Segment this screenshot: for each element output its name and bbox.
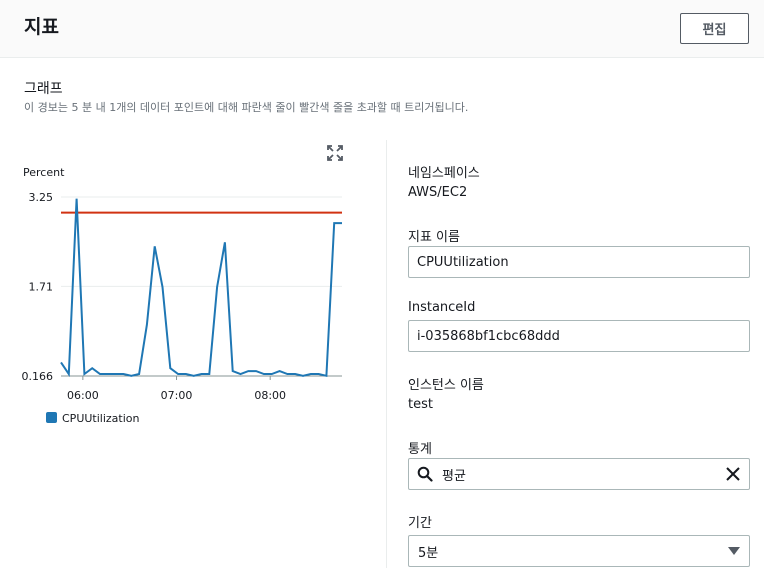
metric-name-field[interactable]: CPUUtilization xyxy=(408,246,750,278)
metric-name-value: CPUUtilization xyxy=(417,254,509,270)
statistic-value: 평균 xyxy=(442,468,466,484)
namespace-label: 네임스페이스 xyxy=(408,166,480,181)
close-icon[interactable] xyxy=(725,466,741,482)
edit-button[interactable]: 편집 xyxy=(680,13,749,44)
y-tick-label: 1.71 xyxy=(29,280,54,293)
y-tick-label: 3.25 xyxy=(29,191,54,204)
cpu-chart: Percent 3.25 1.71 0.166 06:00 07:00 08:00 CPU… xyxy=(22,166,342,425)
graph-description: 이 경보는 5 분 내 1개의 데이터 포인트에 대해 파란색 줄이 빨간색 줄… xyxy=(24,101,469,114)
page-title: 지표 xyxy=(24,16,59,38)
x-tick-label: 06:00 xyxy=(67,389,99,402)
instance-id-label: InstanceId xyxy=(408,300,476,315)
y-tick-label: 0.166 xyxy=(22,370,54,383)
instance-name-value: test xyxy=(408,397,433,412)
period-select[interactable]: 5분 xyxy=(408,535,750,567)
caret-down-icon xyxy=(728,547,740,555)
column-divider xyxy=(386,140,387,568)
search-icon xyxy=(417,466,433,482)
legend-swatch xyxy=(46,412,57,423)
x-tick-label: 08:00 xyxy=(254,389,286,402)
series-line-cpuutilization xyxy=(60,198,342,378)
namespace-value: AWS/EC2 xyxy=(408,185,468,200)
x-tick-label: 07:00 xyxy=(161,389,193,402)
period-value: 5분 xyxy=(418,545,439,561)
panel-header: 지표 편집 xyxy=(0,0,764,58)
metric-name-label: 지표 이름 xyxy=(408,230,460,245)
graph-title: 그래프 xyxy=(24,81,63,97)
instance-name-label: 인스턴스 이름 xyxy=(408,378,484,393)
legend-label: CPUUtilization xyxy=(62,412,140,425)
period-label: 기간 xyxy=(408,516,432,531)
instance-id-field[interactable]: i-035868bf1cbc68ddd xyxy=(408,320,750,352)
y-axis-label: Percent xyxy=(23,166,65,179)
instance-id-value: i-035868bf1cbc68ddd xyxy=(417,328,560,344)
statistic-select[interactable]: 평균 xyxy=(408,458,750,490)
statistic-label: 통계 xyxy=(408,442,432,457)
